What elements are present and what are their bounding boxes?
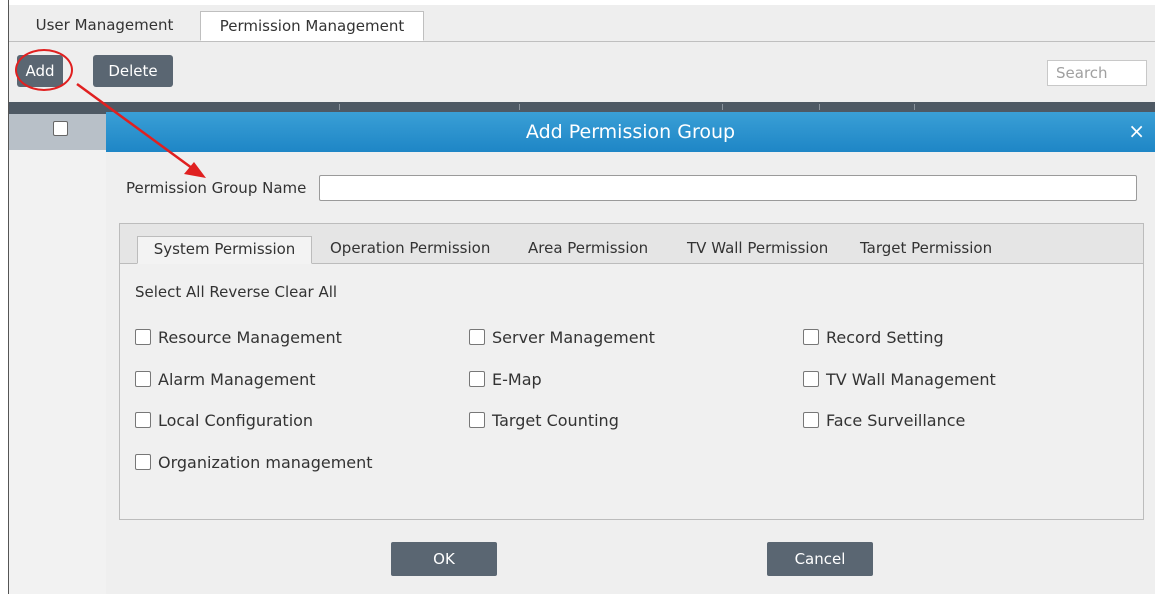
dialog-title: Add Permission Group bbox=[106, 112, 1155, 152]
checkbox[interactable] bbox=[803, 371, 819, 387]
table-row bbox=[9, 114, 107, 150]
reverse-link[interactable]: Reverse bbox=[209, 283, 269, 301]
ok-button[interactable]: OK bbox=[391, 542, 497, 576]
permission-checkbox-face-surveillance[interactable]: Face Surveillance bbox=[803, 411, 965, 430]
tab-area-permission[interactable]: Area Permission bbox=[528, 236, 648, 264]
select-all-link[interactable]: Select All bbox=[135, 283, 205, 301]
checkbox-label: Organization management bbox=[158, 453, 373, 472]
checkbox[interactable] bbox=[135, 412, 151, 428]
permission-tab-panel: System Permission Operation Permission A… bbox=[119, 223, 1144, 520]
add-permission-group-dialog: Add Permission Group × Permission Group … bbox=[106, 112, 1155, 594]
checkbox-label: Local Configuration bbox=[158, 411, 314, 430]
checkbox-label: Record Setting bbox=[826, 328, 944, 347]
column-separator bbox=[914, 104, 915, 110]
checkbox[interactable] bbox=[135, 454, 151, 470]
column-separator bbox=[819, 104, 820, 110]
tab-target-permission[interactable]: Target Permission bbox=[860, 236, 992, 264]
checkbox[interactable] bbox=[803, 412, 819, 428]
checkbox[interactable] bbox=[469, 371, 485, 387]
permission-checkbox-target-counting[interactable]: Target Counting bbox=[469, 411, 619, 430]
toolbar: Add Delete bbox=[9, 42, 1155, 102]
permission-checkbox-resource-management[interactable]: Resource Management bbox=[135, 328, 342, 347]
checkbox-label: E-Map bbox=[492, 370, 542, 389]
checkbox[interactable] bbox=[469, 329, 485, 345]
checkbox-label: Target Counting bbox=[492, 411, 619, 430]
top-tab-bar: User Management Permission Management bbox=[9, 5, 1155, 42]
column-separator bbox=[722, 104, 723, 110]
permission-group-name-input[interactable] bbox=[319, 175, 1137, 201]
permission-checkbox-local-configuration[interactable]: Local Configuration bbox=[135, 411, 313, 430]
table-left-column bbox=[9, 150, 107, 594]
bulk-actions: Select All Reverse Clear All bbox=[135, 283, 337, 301]
column-separator bbox=[519, 104, 520, 110]
permission-group-name-label: Permission Group Name bbox=[126, 179, 307, 197]
column-separator bbox=[339, 104, 340, 110]
checkbox[interactable] bbox=[469, 412, 485, 428]
clear-all-link[interactable]: Clear All bbox=[275, 283, 338, 301]
permission-tab-strip: System Permission Operation Permission A… bbox=[120, 224, 1143, 264]
tab-permission-management[interactable]: Permission Management bbox=[200, 11, 424, 41]
checkbox-label: Server Management bbox=[492, 328, 655, 347]
permission-checkbox-record-setting[interactable]: Record Setting bbox=[803, 328, 944, 347]
tab-system-permission[interactable]: System Permission bbox=[137, 236, 312, 264]
checkbox[interactable] bbox=[135, 329, 151, 345]
permission-checkbox-alarm-management[interactable]: Alarm Management bbox=[135, 370, 316, 389]
close-icon[interactable]: × bbox=[1128, 112, 1145, 152]
cancel-button[interactable]: Cancel bbox=[767, 542, 873, 576]
tab-user-management[interactable]: User Management bbox=[9, 11, 200, 41]
checkbox-label: Face Surveillance bbox=[826, 411, 966, 430]
tab-tv-wall-permission[interactable]: TV Wall Permission bbox=[687, 236, 828, 264]
permission-checkbox-e-map[interactable]: E-Map bbox=[469, 370, 542, 389]
checkbox-label: Resource Management bbox=[158, 328, 342, 347]
search-input[interactable] bbox=[1047, 60, 1147, 86]
permission-checkbox-tv-wall-management[interactable]: TV Wall Management bbox=[803, 370, 996, 389]
delete-button[interactable]: Delete bbox=[93, 55, 173, 87]
row-checkbox[interactable] bbox=[53, 121, 68, 136]
checkbox-label: TV Wall Management bbox=[826, 370, 996, 389]
permission-checkbox-organization-management[interactable]: Organization management bbox=[135, 453, 373, 472]
permission-checkbox-server-management[interactable]: Server Management bbox=[469, 328, 655, 347]
tab-operation-permission[interactable]: Operation Permission bbox=[330, 236, 490, 264]
checkbox[interactable] bbox=[803, 329, 819, 345]
checkbox-label: Alarm Management bbox=[158, 370, 316, 389]
checkbox[interactable] bbox=[135, 371, 151, 387]
add-button[interactable]: Add bbox=[17, 55, 63, 87]
